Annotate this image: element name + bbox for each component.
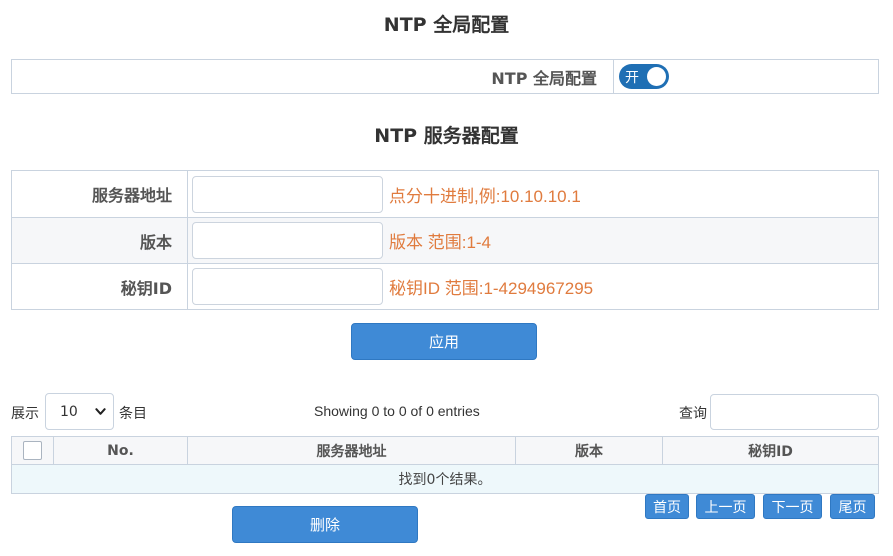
version-input[interactable] (192, 222, 383, 259)
global-config-toggle-cell: 开 (614, 60, 878, 93)
key-id-label: 秘钥ID (12, 264, 188, 309)
column-header-version[interactable]: 版本 (515, 436, 663, 465)
table-header-row: No. 服务器地址 版本 秘钥ID (11, 436, 879, 465)
apply-button[interactable]: 应用 (351, 323, 537, 360)
global-config-title: NTP 全局配置 (383, 14, 510, 36)
global-config-row: NTP 全局配置 开 (11, 59, 879, 94)
version-field-cell: 版本 范围:1-4 (188, 218, 878, 263)
column-header-server-address[interactable]: 服务器地址 (187, 436, 516, 465)
next-page-button[interactable]: 下一页 (763, 494, 822, 519)
last-page-button[interactable]: 尾页 (830, 494, 875, 519)
chevron-down-icon (95, 408, 106, 415)
entries-label: 条目 (119, 406, 147, 422)
search-input[interactable] (710, 394, 879, 430)
empty-result-text: 找到0个结果。 (11, 464, 879, 494)
version-hint: 版本 范围:1-4 (389, 233, 492, 252)
key-id-field-cell: 秘钥ID 范围:1-4294967295 (188, 264, 878, 309)
key-id-hint: 秘钥ID 范围:1-4294967295 (389, 279, 594, 298)
server-address-field-cell: 点分十进制,例:10.10.10.1 (188, 171, 878, 217)
table-toolbar: 展示 10 条目 Showing 0 to 0 of 0 entries 查询 (11, 393, 879, 431)
delete-button[interactable]: 删除 (232, 506, 418, 543)
page-size-select[interactable]: 10 (45, 393, 114, 430)
search-label: 查询 (679, 406, 707, 422)
server-address-label: 服务器地址 (12, 171, 188, 217)
column-header-key-id[interactable]: 秘钥ID (662, 436, 879, 465)
show-label: 展示 (11, 406, 39, 422)
select-all-cell (11, 436, 54, 465)
form-row-key-id: 秘钥ID 秘钥ID 范围:1-4294967295 (12, 263, 878, 309)
global-config-label: NTP 全局配置 (12, 60, 614, 93)
first-page-button[interactable]: 首页 (645, 494, 689, 519)
column-header-no[interactable]: No. (53, 436, 188, 465)
server-config-form: 服务器地址 点分十进制,例:10.10.10.1 版本 版本 范围:1-4 秘钥… (11, 170, 879, 310)
toggle-knob (647, 67, 666, 86)
server-address-input[interactable] (192, 175, 383, 213)
showing-entries-text: Showing 0 to 0 of 0 entries (314, 403, 480, 419)
ntp-enable-toggle[interactable]: 开 (619, 64, 669, 89)
version-label: 版本 (12, 218, 188, 263)
form-row-version: 版本 版本 范围:1-4 (12, 217, 878, 263)
select-all-checkbox[interactable] (23, 441, 42, 460)
server-table: No. 服务器地址 版本 秘钥ID 找到0个结果。 (11, 436, 879, 494)
server-address-hint: 点分十进制,例:10.10.10.1 (389, 186, 581, 206)
prev-page-button[interactable]: 上一页 (696, 494, 755, 519)
table-row: 找到0个结果。 (11, 464, 879, 494)
form-row-server-address: 服务器地址 点分十进制,例:10.10.10.1 (12, 171, 878, 217)
server-config-title: NTP 服务器配置 (374, 125, 519, 147)
toggle-text: 开 (625, 69, 639, 86)
key-id-input[interactable] (192, 268, 383, 305)
page-size-value: 10 (60, 403, 78, 420)
